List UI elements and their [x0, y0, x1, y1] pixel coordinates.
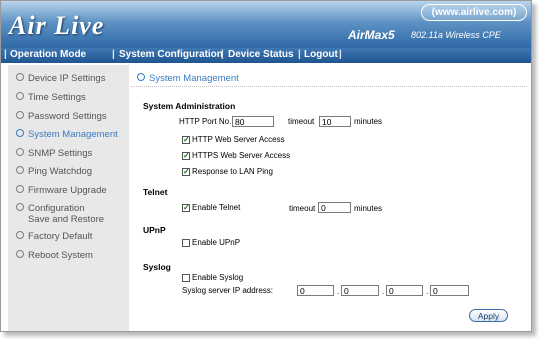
sidebar-item-label: SNMP Settings	[28, 148, 93, 159]
menu-separator: |	[221, 49, 224, 60]
menu-device-status[interactable]: Device Status	[228, 49, 294, 60]
upnp-heading: UPnP	[143, 225, 166, 235]
radio-bullet-icon	[16, 111, 24, 120]
menu-separator: |	[339, 49, 342, 60]
sidebar-item-time-settings[interactable]: Time Settings	[16, 92, 86, 103]
radio-bullet-icon	[16, 73, 24, 82]
radio-bullet-icon	[16, 166, 24, 175]
http-access-option: ✓ HTTP Web Server Access	[182, 135, 285, 144]
sidebar-item-label-line2: Save and Restore	[28, 214, 105, 225]
telnet-option: ✓ Enable Telnet	[182, 203, 240, 212]
https-access-option: ✓ HTTPS Web Server Access	[182, 151, 290, 160]
sidebar-item-device-ip-settings[interactable]: Device IP Settings	[16, 73, 105, 84]
menu-logout[interactable]: Logout	[304, 49, 338, 60]
sidebar-item-ping-watchdog[interactable]: Ping Watchdog	[16, 166, 92, 177]
upnp-option: Enable UPnP	[182, 238, 240, 247]
menu-system-configuration[interactable]: System Configuration	[119, 49, 223, 60]
syslog-ip-octet-4[interactable]	[430, 285, 469, 296]
sidebar-item-label: Ping Watchdog	[28, 166, 93, 177]
http-port-label: HTTP Port No.	[179, 117, 232, 126]
radio-bullet-icon	[16, 250, 24, 259]
telnet-label: Enable Telnet	[192, 203, 241, 212]
sidebar: Device IP Settings Time Settings Passwor…	[8, 65, 129, 331]
radio-bullet-icon	[137, 73, 145, 82]
syslog-checkbox[interactable]	[182, 273, 190, 282]
sidebar-item-label: Time Settings	[28, 92, 86, 103]
menu-separator: |	[4, 49, 7, 60]
radio-bullet-icon	[16, 129, 24, 138]
model-description: 802.11a Wireless CPE	[411, 30, 501, 40]
radio-bullet-icon	[16, 148, 24, 157]
syslog-ip-octet-1[interactable]	[297, 285, 334, 296]
page-title: System Management	[137, 73, 239, 84]
radio-bullet-icon	[16, 203, 24, 212]
telnet-minutes-label: minutes	[354, 204, 383, 213]
sidebar-item-label: Firmware Upgrade	[28, 185, 107, 196]
sidebar-item-system-management[interactable]: System Management	[16, 129, 118, 140]
main-content: System Management System Administration …	[129, 65, 531, 331]
page-title-text: System Management	[149, 73, 239, 84]
ip-dot: .	[426, 287, 429, 296]
ip-dot: .	[337, 287, 340, 296]
syslog-ip-label: Syslog server IP address:	[182, 286, 274, 295]
telnet-timeout-label: timeout	[289, 204, 316, 213]
airlive-logo: Air Live	[9, 11, 105, 40]
menu-separator: |	[112, 49, 115, 60]
header-banner: Air Live (www.airlive.com) AirMax5 802.1…	[1, 1, 531, 48]
telnet-checkbox[interactable]: ✓	[182, 203, 190, 212]
title-divider	[131, 86, 527, 87]
menu-operation-mode[interactable]: Operation Mode	[10, 49, 86, 60]
lan-ping-checkbox[interactable]: ✓	[182, 167, 190, 176]
sidebar-item-configuration[interactable]: Configuration Save and Restore	[16, 203, 104, 225]
https-access-label: HTTPS Web Server Access	[192, 151, 291, 160]
http-timeout-input[interactable]	[319, 116, 351, 127]
apply-button[interactable]: Apply	[469, 309, 508, 322]
sidebar-item-reboot-system[interactable]: Reboot System	[16, 250, 93, 261]
http-timeout-label: timeout	[288, 117, 315, 126]
ip-dot: .	[382, 287, 385, 296]
website-link[interactable]: (www.airlive.com)	[421, 4, 527, 21]
radio-bullet-icon	[16, 231, 24, 240]
upnp-checkbox[interactable]	[182, 238, 190, 247]
system-administration-heading: System Administration	[143, 101, 236, 111]
https-access-checkbox[interactable]: ✓	[182, 151, 190, 160]
sidebar-item-label: Reboot System	[28, 250, 93, 261]
sidebar-item-firmware-upgrade[interactable]: Firmware Upgrade	[16, 185, 107, 196]
syslog-ip-octet-3[interactable]	[386, 285, 423, 296]
top-menu: | Operation Mode | System Configuration …	[1, 48, 531, 63]
http-timeout-minutes-label: minutes	[354, 117, 383, 126]
sidebar-item-label: System Management	[28, 129, 118, 140]
sidebar-item-password-settings[interactable]: Password Settings	[16, 111, 107, 122]
window-frame: Air Live (www.airlive.com) AirMax5 802.1…	[0, 0, 532, 332]
sidebar-item-label: Configuration	[28, 203, 85, 214]
model-name: AirMax5	[348, 28, 395, 42]
sidebar-item-label: Factory Default	[28, 231, 93, 242]
radio-bullet-icon	[16, 92, 24, 101]
sidebar-item-label: Password Settings	[28, 111, 107, 122]
sidebar-item-snmp-settings[interactable]: SNMP Settings	[16, 148, 92, 159]
upnp-label: Enable UPnP	[192, 238, 241, 247]
http-port-input[interactable]	[232, 116, 274, 127]
telnet-timeout-input[interactable]	[318, 202, 351, 213]
syslog-option: Enable Syslog	[182, 273, 243, 282]
http-access-checkbox[interactable]: ✓	[182, 135, 190, 144]
sidebar-item-label: Device IP Settings	[28, 73, 106, 84]
syslog-heading: Syslog	[143, 262, 171, 272]
lan-ping-option: ✓ Response to LAN Ping	[182, 167, 273, 176]
syslog-label: Enable Syslog	[192, 273, 244, 282]
syslog-ip-octet-2[interactable]	[341, 285, 379, 296]
sidebar-item-factory-default[interactable]: Factory Default	[16, 231, 92, 242]
telnet-heading: Telnet	[143, 187, 168, 197]
menu-separator: |	[298, 49, 301, 60]
lan-ping-label: Response to LAN Ping	[192, 167, 273, 176]
http-access-label: HTTP Web Server Access	[192, 135, 285, 144]
radio-bullet-icon	[16, 185, 24, 194]
